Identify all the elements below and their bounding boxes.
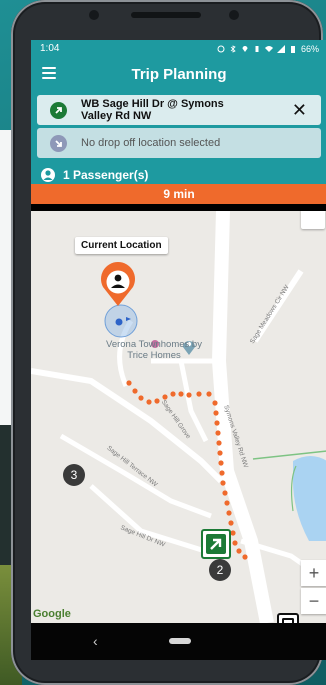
alarm-icon [217,45,225,52]
locate-me-icon[interactable] [301,211,325,229]
cluster-marker[interactable]: 2 [209,559,231,581]
bluetooth-icon [230,44,236,53]
phone-speaker [131,12,201,18]
system-nav-bar: ‹ [31,623,326,660]
current-location-callout: Current Location [75,237,168,254]
status-bar: 1:04 66% [31,40,326,57]
phone-sensor [229,10,239,20]
app-bar: Trip Planning [31,57,326,92]
eta-banner: 9 min [31,184,326,204]
map-view[interactable]: Current Location Verona Townhomes by Tri… [31,211,326,623]
status-time: 1:04 [40,43,60,54]
dropoff-placeholder: No drop off location selected [81,137,221,149]
pickup-arrow-icon [50,101,67,119]
vibrate-icon [255,45,259,52]
pickup-location-field[interactable]: WB Sage Hill Dr @ Symons Valley Rd NW ✕ [37,95,321,125]
close-icon[interactable]: ✕ [292,101,307,119]
phone-camera [89,10,99,20]
dropoff-arrow-icon [50,134,67,152]
cluster-marker[interactable]: 3 [63,464,85,486]
wifi-icon [264,45,273,52]
zoom-out-button[interactable]: − [301,588,326,614]
home-icon[interactable] [169,638,191,644]
person-icon [41,167,55,182]
page-title: Trip Planning [131,66,227,83]
battery-percent: 66% [300,43,319,54]
location-icon [242,45,248,52]
location-panel: WB Sage Hill Dr @ Symons Valley Rd NW ✕ … [31,92,326,165]
pickup-location-label: WB Sage Hill Dr @ Symons Valley Rd NW [81,98,224,122]
passenger-count: 1 Passenger(s) [63,167,149,182]
phone-screen: 1:04 66% Trip Planning WB Sage Hill Dr @… [31,40,326,660]
phone-frame: 1:04 66% Trip Planning WB Sage Hill Dr @… [11,0,326,685]
hamburger-menu-icon[interactable] [42,67,56,79]
pickup-stop-icon[interactable] [201,529,231,559]
poi-label: Verona Townhomes by Trice Homes [106,339,202,361]
signal-icon [276,44,285,53]
battery-icon [290,45,295,53]
zoom-in-button[interactable]: + [301,560,326,586]
map-attribution: Google [33,608,71,620]
status-icons: 66% [217,44,319,54]
bus-stop-icon[interactable] [277,613,299,623]
back-icon[interactable]: ‹ [93,633,98,649]
passenger-selector[interactable]: 1 Passenger(s) [31,165,326,184]
dropoff-location-field[interactable]: No drop off location selected [37,128,321,158]
